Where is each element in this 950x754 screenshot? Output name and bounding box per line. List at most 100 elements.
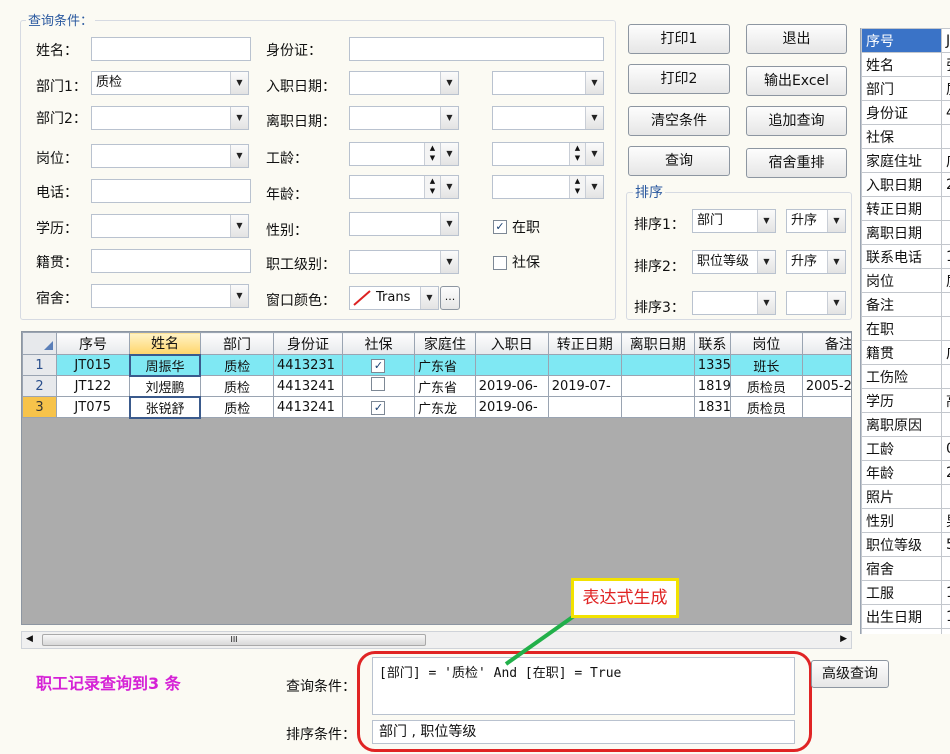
query-button[interactable]: 查询 — [628, 146, 730, 176]
chevron-down-icon[interactable]: ▼ — [757, 210, 775, 232]
property-value[interactable]: 1 — [941, 580, 950, 605]
property-row[interactable]: 离职日期 — [861, 220, 950, 245]
property-row[interactable]: 年龄2 — [861, 460, 950, 485]
table-cell[interactable]: JT015 — [55, 354, 131, 376]
col-header[interactable]: 部门 — [199, 332, 275, 355]
property-value[interactable] — [941, 124, 950, 149]
property-value[interactable] — [941, 484, 950, 509]
row-number[interactable]: 3 — [22, 396, 57, 418]
chevron-down-icon[interactable]: ▼ — [585, 176, 603, 198]
property-row[interactable]: 学历高 — [861, 388, 950, 413]
export-excel-button[interactable]: 输出Excel — [746, 66, 847, 96]
col-header[interactable]: 转正日期 — [547, 332, 622, 355]
dorm-select[interactable]: ▼ — [91, 284, 249, 308]
table-cell[interactable]: 4413241 — [273, 375, 343, 397]
insured-checkbox[interactable]: ✓ — [371, 400, 386, 415]
table-cell[interactable] — [341, 375, 415, 397]
chevron-down-icon[interactable]: ▼ — [230, 72, 248, 94]
idcard-input[interactable] — [349, 37, 604, 61]
table-cell[interactable]: JT122 — [55, 375, 131, 397]
property-value[interactable] — [941, 412, 950, 437]
property-value[interactable] — [941, 628, 950, 634]
dept1-select[interactable]: 质检 ▼ — [91, 71, 249, 95]
scroll-right-icon[interactable]: ▶ — [840, 634, 847, 644]
table-cell[interactable]: 质检 — [199, 375, 275, 397]
table-cell[interactable]: 2005-200 — [801, 375, 851, 397]
chevron-down-icon[interactable]: ▼ — [827, 210, 845, 232]
table-cell[interactable]: 2019-06- — [474, 375, 549, 397]
property-value[interactable]: 高 — [941, 388, 950, 413]
name-input[interactable] — [91, 37, 251, 61]
chevron-down-icon[interactable]: ▼ — [440, 72, 458, 94]
clear-conditions-button[interactable]: 清空条件 — [628, 106, 730, 136]
table-cell[interactable]: 4413231 — [273, 354, 343, 376]
table-cell[interactable] — [801, 396, 851, 418]
table-cell[interactable]: 2019-07- — [547, 375, 622, 397]
table-cell[interactable]: 2019-06- — [474, 396, 549, 418]
table-cell[interactable]: 班长 — [729, 354, 803, 376]
chevron-down-icon[interactable]: ▼ — [230, 215, 248, 237]
chevron-down-icon[interactable]: ▼ — [230, 145, 248, 167]
chevron-down-icon[interactable]: ▼ — [440, 213, 458, 235]
col-header[interactable]: 岗位 — [729, 332, 803, 355]
col-header[interactable]: 离职日期 — [620, 332, 695, 355]
property-row[interactable]: 照片 — [861, 484, 950, 509]
table-cell[interactable]: 1831 — [693, 396, 731, 418]
chevron-down-icon[interactable]: ▼ — [440, 176, 458, 198]
seniority-to[interactable]: ▲ ▼ ▼ — [492, 142, 604, 166]
phone-input[interactable] — [91, 179, 251, 203]
color-picker-button[interactable]: ... — [440, 286, 460, 310]
table-cell[interactable]: 周振华 — [128, 353, 202, 377]
property-value[interactable]: 5 — [941, 532, 950, 557]
property-value[interactable] — [941, 316, 950, 341]
property-row[interactable]: 部门质 — [861, 76, 950, 101]
property-row[interactable]: 工伤险 — [861, 364, 950, 389]
sort3-field-select[interactable]: ▼ — [692, 291, 776, 315]
gender-select[interactable]: ▼ — [349, 212, 459, 236]
col-header[interactable]: 社保 — [341, 332, 415, 355]
chevron-down-icon[interactable]: ▼ — [585, 143, 603, 165]
chevron-down-icon[interactable]: ▼ — [757, 292, 775, 314]
sort1-order-select[interactable]: 升序 ▼ — [786, 209, 846, 233]
grid-corner[interactable] — [22, 332, 57, 355]
chevron-down-icon[interactable]: ▼ — [827, 292, 845, 314]
data-grid[interactable]: 序号 姓名 部门 身份证 社保 家庭住 入职日 转正日期 离职日期 联系 岗位 … — [21, 331, 852, 625]
property-value[interactable]: 广 — [941, 148, 950, 173]
property-row[interactable]: 备注 — [861, 292, 950, 317]
table-cell[interactable]: 1335 — [693, 354, 731, 376]
property-row[interactable]: 转正日期 — [861, 196, 950, 221]
table-cell[interactable] — [620, 375, 695, 397]
table-cell[interactable]: 广东省 — [413, 375, 476, 397]
table-cell[interactable] — [801, 354, 851, 376]
color-select[interactable]: Trans ▼ — [349, 286, 439, 310]
property-value[interactable]: 男 — [941, 508, 950, 533]
table-cell[interactable]: 张锐舒 — [128, 395, 202, 419]
property-row[interactable]: 身份证4 — [861, 100, 950, 125]
horizontal-scrollbar[interactable]: ◀ III ▶ — [21, 631, 852, 649]
col-header[interactable]: 序号 — [55, 332, 131, 355]
property-value[interactable]: 广 — [941, 340, 950, 365]
table-cell[interactable] — [620, 354, 695, 376]
scroll-left-icon[interactable]: ◀ — [26, 634, 33, 644]
property-row[interactable]: 在职 — [861, 316, 950, 341]
table-cell[interactable] — [620, 396, 695, 418]
property-value[interactable]: 1 — [941, 244, 950, 269]
table-cell[interactable]: ✓ — [341, 396, 415, 418]
property-row[interactable]: 家庭住址广 — [861, 148, 950, 173]
spin-icon[interactable]: ▲ ▼ — [569, 143, 585, 165]
chevron-down-icon[interactable]: ▼ — [230, 285, 248, 307]
property-row[interactable]: 宿舍 — [861, 556, 950, 581]
col-header[interactable]: 家庭住 — [413, 332, 476, 355]
table-cell[interactable]: 质检员 — [729, 375, 803, 397]
property-value[interactable] — [941, 364, 950, 389]
advanced-query-button[interactable]: 高级查询 — [811, 660, 889, 688]
row-number[interactable]: 1 — [22, 354, 57, 376]
print2-button[interactable]: 打印2 — [628, 64, 730, 94]
table-cell[interactable]: 质检员 — [729, 396, 803, 418]
insured-checkbox[interactable]: ✓ — [371, 358, 386, 373]
chevron-down-icon[interactable]: ▼ — [440, 107, 458, 129]
spin-icon[interactable]: ▲ ▼ — [424, 176, 440, 198]
col-header[interactable]: 姓名 — [129, 332, 201, 355]
origin-input[interactable] — [91, 249, 251, 273]
table-cell[interactable] — [547, 354, 622, 376]
